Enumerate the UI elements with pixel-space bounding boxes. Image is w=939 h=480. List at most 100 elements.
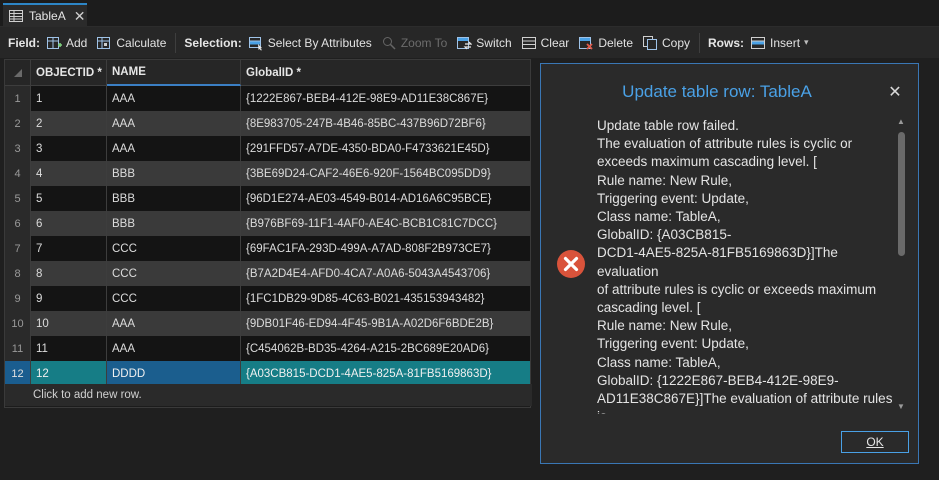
cell-objectid[interactable]: 5 [31,186,107,212]
row-number[interactable]: 7 [5,236,31,262]
row-number[interactable]: 5 [5,186,31,212]
table-row[interactable]: 10 10 AAA {9DB01F46-ED94-4F45-9B1A-A02D6F6B… [5,311,532,337]
cell-globalid[interactable]: {1FC1DB29-9D85-4C63-B021-435153943482} [241,286,530,312]
select-by-attributes-button[interactable]: Select By Attributes [248,35,372,51]
cell-objectid[interactable]: 6 [31,211,107,237]
row-number[interactable]: 2 [5,111,31,137]
field-label: Field: [8,35,40,50]
cell-objectid[interactable]: 2 [31,111,107,137]
error-message-line: Rule name: New Rule, [597,318,733,334]
cell-globalid[interactable]: {8E983705-247B-4B46-85BC-437B96D72BF6} [241,111,530,137]
cell-globalid[interactable]: {291FFD57-A7DE-4350-BDA0-F4733621E45D} [241,136,530,162]
cell-globalid[interactable]: {1222E867-BEB4-412E-98E9-AD11E38C867E} [241,86,530,112]
cell-name[interactable]: AAA [107,311,241,337]
switch-selection-button[interactable]: Switch [456,35,512,51]
cell-globalid[interactable]: {69FAC1FA-293D-499A-A7AD-808F2B973CE7} [241,236,530,262]
selection-label: Selection: [184,35,242,50]
insert-row-icon [750,35,766,51]
cell-objectid[interactable]: 1 [31,86,107,112]
zoom-to-button[interactable]: Zoom To [381,35,447,51]
add-new-row[interactable]: Click to add new row. [5,384,532,406]
zoom-to-icon [381,35,397,51]
ok-label: OK [866,435,884,449]
copy-icon [642,35,658,51]
table-row[interactable]: 1 1 AAA {1222E867-BEB4-412E-98E9-AD11E38C86… [5,86,532,112]
cell-globalid[interactable]: {96D1E274-AE03-4549-B014-AD16A6C95BCE} [241,186,530,212]
scrollbar-thumb[interactable] [898,132,905,256]
clear-selection-icon [521,35,537,51]
table-row[interactable]: 4 4 BBB {3BE69D24-CAF2-46E6-920F-1564BC095D… [5,161,532,187]
close-tab-icon[interactable]: ✕ [74,9,86,23]
cell-name[interactable]: AAA [107,336,241,362]
table-row[interactable]: 3 3 AAA {291FFD57-A7DE-4350-BDA0-F4733621E4… [5,136,532,162]
error-message-line: cascading level. [ [597,300,701,316]
delete-label: Delete [598,35,633,50]
add-label: Add [66,35,88,50]
switch-icon [456,35,473,51]
cell-objectid[interactable]: 9 [31,286,107,312]
cell-objectid[interactable]: 7 [31,236,107,262]
scroll-down-icon[interactable]: ▼ [894,401,908,413]
table-row[interactable]: 11 11 AAA {C454062B-BD35-4264-A215-2BC689E2… [5,336,532,362]
table-row[interactable]: 6 6 BBB {B976BF69-11F1-4AF0-AE4C-BCB1C81C7D… [5,211,532,237]
add-field-button[interactable]: Add [46,35,87,51]
cell-objectid[interactable]: 4 [31,161,107,187]
tab-tablea[interactable]: TableA ✕ [3,3,87,27]
calculate-button[interactable]: Calculate [96,35,166,51]
cell-globalid[interactable]: {C454062B-BD35-4264-A215-2BC689E20AD6} [241,336,530,362]
ok-button[interactable]: OK [841,431,909,453]
scroll-up-icon[interactable]: ▲ [894,116,908,128]
row-number[interactable]: 10 [5,311,31,337]
column-header-globalid[interactable]: GlobalID * [241,60,530,86]
row-number[interactable]: 4 [5,161,31,187]
cell-name[interactable]: BBB [107,161,241,187]
error-message-line: Triggering event: Update, [597,190,749,206]
cell-globalid[interactable]: {B976BF69-11F1-4AF0-AE4C-BCB1C81C7DCC} [241,211,530,237]
delete-icon [578,35,594,51]
cell-objectid[interactable]: 10 [31,311,107,337]
cell-objectid[interactable]: 3 [31,136,107,162]
column-header-name[interactable]: NAME [107,60,241,86]
cell-objectid[interactable]: 8 [31,261,107,287]
row-number[interactable]: 6 [5,211,31,237]
copy-label: Copy [662,35,691,50]
table-row[interactable]: 7 7 CCC {69FAC1FA-293D-499A-A7AD-808F2B973C… [5,236,532,262]
cell-globalid[interactable]: {9DB01F46-ED94-4F45-9B1A-A02D6F6BDE2B} [241,311,530,337]
row-number[interactable]: 11 [5,336,31,362]
row-number[interactable]: 1 [5,86,31,112]
table-row[interactable]: 5 5 BBB {96D1E274-AE03-4549-B014-AD16A6C95B… [5,186,532,212]
insert-row-dropdown[interactable]: Insert ▾ [750,35,809,51]
error-message-line: Class name: TableA, [597,209,721,225]
error-message-line: DCD1-4AE5-825A-81FB5169863D}]The evaluat… [597,245,838,279]
column-header-objectid[interactable]: OBJECTID * [31,60,107,86]
cell-name[interactable]: BBB [107,211,241,237]
table-toolbar: Field: Add Calculate Selection: Select B… [0,27,939,58]
row-number[interactable]: 8 [5,261,31,287]
cell-name[interactable]: CCC [107,286,241,312]
dialog-close-icon[interactable]: ✕ [882,79,908,105]
row-number[interactable]: 3 [5,136,31,162]
table-row[interactable]: 2 2 AAA {8E983705-247B-4B46-85BC-437B96D72B… [5,111,532,137]
cell-globalid[interactable]: {B7A2D4E4-AFD0-4CA7-A0A6-5043A4543706} [241,261,530,287]
table-row[interactable]: 8 8 CCC {B7A2D4E4-AFD0-4CA7-A0A6-5043A45437… [5,261,532,287]
select-by-attributes-icon [248,35,264,51]
copy-selected-button[interactable]: Copy [642,35,690,51]
cell-globalid[interactable]: {3BE69D24-CAF2-46E6-920F-1564BC095DD9} [241,161,530,187]
cell-name[interactable]: CCC [107,236,241,262]
cell-objectid[interactable]: 11 [31,336,107,362]
switch-label: Switch [476,35,512,50]
message-scrollbar[interactable]: ▲ ▼ [894,116,908,413]
clear-selection-button[interactable]: Clear [521,35,569,51]
cell-name[interactable]: BBB [107,186,241,212]
row-number[interactable]: 9 [5,286,31,312]
table-row[interactable]: 9 9 CCC {1FC1DB29-9D85-4C63-B021-4351539434… [5,286,532,312]
cell-name[interactable]: AAA [107,86,241,112]
cell-name[interactable]: AAA [107,136,241,162]
delete-selected-button[interactable]: Delete [578,35,633,51]
cell-name[interactable]: AAA [107,111,241,137]
error-message-line: Triggering event: Update, [597,336,749,352]
select-all-corner[interactable] [5,60,31,86]
error-message: Update table row failed. The evaluation o… [597,117,895,414]
cell-name[interactable]: CCC [107,261,241,287]
toolbar-divider [175,32,177,53]
